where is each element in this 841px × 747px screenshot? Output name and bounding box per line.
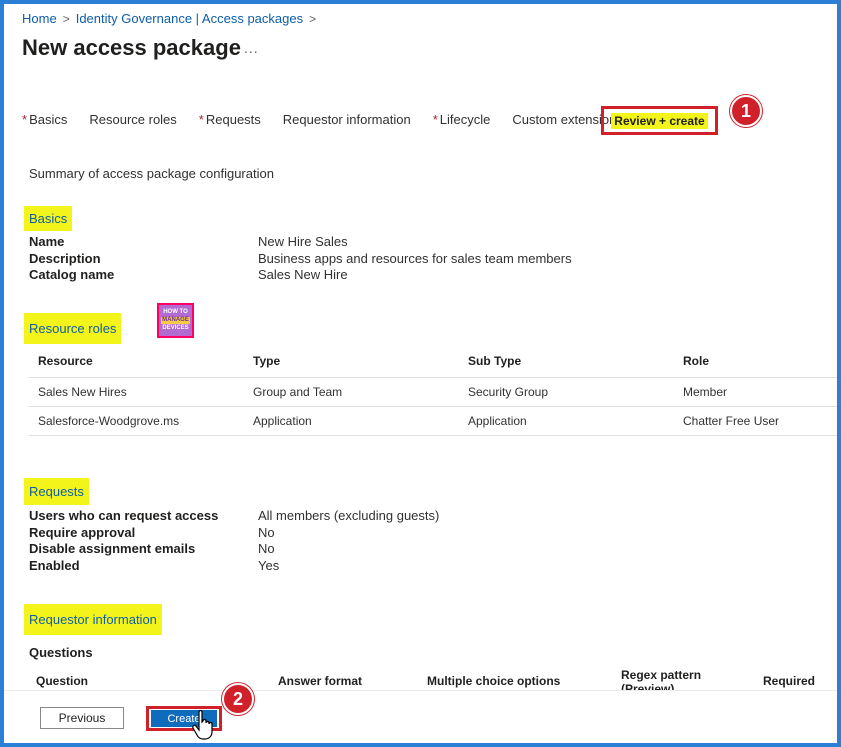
tab-requests[interactable]: * Requests [199, 112, 261, 127]
tab-requests-label: Requests [205, 112, 261, 127]
footer-bar: Previous Create [4, 690, 837, 743]
tab-basics-label: Basics [29, 112, 68, 127]
detail-label: Disable assignment emails [29, 541, 196, 556]
section-heading-resource-roles: Resource roles [24, 313, 122, 344]
table-row: Salesforce-Woodgrove.ms Application Appl… [29, 405, 839, 436]
column-header: Required [763, 674, 816, 688]
tab-lifecycle[interactable]: * Lifecycle [433, 112, 491, 127]
tab-lifecycle-label: Lifecycle [439, 112, 491, 127]
breadcrumb: Home > Identity Governance | Access pack… [22, 11, 316, 26]
chevron-right-icon: > [62, 11, 70, 26]
tab-review-create[interactable]: Review + create [601, 106, 718, 135]
requests-details: Users who can request access All members … [29, 508, 439, 574]
detail-row: Enabled Yes [29, 558, 439, 575]
tab-resource-roles-label: Resource roles [89, 112, 177, 127]
detail-value: All members (excluding guests) [258, 508, 440, 523]
detail-label: Catalog name [29, 267, 115, 282]
detail-value: Yes [258, 557, 280, 573]
detail-row: Catalog name Sales New Hire [29, 267, 572, 284]
detail-value: Sales New Hire [258, 267, 348, 282]
previous-button[interactable]: Previous [40, 707, 124, 729]
detail-value: Business apps and resources for sales te… [258, 250, 572, 266]
detail-value: New Hire Sales [258, 234, 348, 249]
detail-value: No [258, 541, 275, 556]
detail-row: Disable assignment emails No [29, 541, 439, 558]
logo-text: HOW TO [163, 309, 188, 315]
detail-label: Require approval [29, 524, 136, 540]
section-heading-basics: Basics [24, 206, 73, 231]
column-header: Role [683, 354, 710, 369]
required-marker: * [22, 112, 28, 127]
tab-requestor-information-label: Requestor information [282, 112, 411, 127]
table-cell: Sales New Hires [29, 376, 244, 406]
detail-row: Name New Hire Sales [29, 234, 572, 251]
required-marker: * [432, 112, 438, 127]
detail-label: Enabled [29, 557, 80, 573]
page-title: New access package [22, 35, 241, 60]
table-cell: Security Group [459, 376, 674, 406]
tab-review-create-label: Review + create [611, 112, 708, 129]
detail-row: Description Business apps and resources f… [29, 251, 572, 268]
summary-text: Summary of access package configuration [29, 166, 274, 181]
questions-title: Questions [29, 645, 93, 660]
breadcrumb-home-link[interactable]: Home [22, 11, 57, 26]
chevron-right-icon: > [309, 11, 317, 26]
callout-badge-2: 2 [222, 683, 254, 715]
detail-label: Users who can request access [29, 508, 219, 523]
table-cell: Salesforce-Woodgrove.ms [29, 405, 244, 436]
column-header: Sub Type [468, 354, 522, 369]
column-header: Question [36, 674, 89, 688]
table-cell: Application [459, 405, 674, 436]
section-heading-requests: Requests [24, 478, 89, 505]
questions-table-header: Question Answer format Multiple choice o… [29, 668, 829, 690]
resource-roles-table: Resource Type Sub Type Role Sales New Hi… [29, 346, 839, 436]
column-header: Resource [38, 354, 93, 369]
basics-details: Name New Hire Sales Description Business a… [29, 234, 572, 284]
required-marker: * [198, 112, 204, 127]
column-header: Regex pattern (Preview) [621, 668, 702, 690]
wizard-tabs: * Basics Resource roles * Requests Request… [22, 112, 645, 127]
table-cell: Application [244, 405, 459, 436]
detail-row: Users who can request access All members … [29, 508, 439, 525]
logo-text: DEVICES [162, 325, 189, 331]
table-header-row: Resource Type Sub Type Role [29, 346, 839, 377]
section-heading-requestor-information: Requestor information [24, 604, 162, 635]
column-header: Type [253, 354, 281, 369]
tab-requestor-information[interactable]: Requestor information [283, 112, 411, 127]
tab-basics[interactable]: * Basics [22, 112, 67, 127]
table-cell: Chatter Free User [674, 405, 839, 436]
logo-text: MANAGE [161, 317, 190, 324]
column-header: Multiple choice options [427, 674, 561, 688]
table-cell: Member [674, 376, 839, 406]
callout-badge-1: 1 [730, 95, 762, 127]
breadcrumb-access-packages-link[interactable]: Identity Governance | Access packages [76, 11, 303, 26]
table-row: Sales New Hires Group and Team Security … [29, 376, 839, 406]
detail-value: No [258, 524, 275, 540]
tab-resource-roles[interactable]: Resource roles [89, 112, 176, 127]
detail-label: Name [29, 234, 65, 249]
table-cell: Group and Team [244, 376, 459, 406]
detail-row: Require approval No [29, 525, 439, 542]
detail-label: Description [29, 250, 101, 266]
hand-cursor-icon [192, 709, 213, 740]
watermark-logo: HOW TO MANAGE DEVICES [157, 303, 194, 338]
column-header: Answer format [278, 674, 363, 688]
more-options-icon[interactable]: ... [244, 40, 259, 56]
